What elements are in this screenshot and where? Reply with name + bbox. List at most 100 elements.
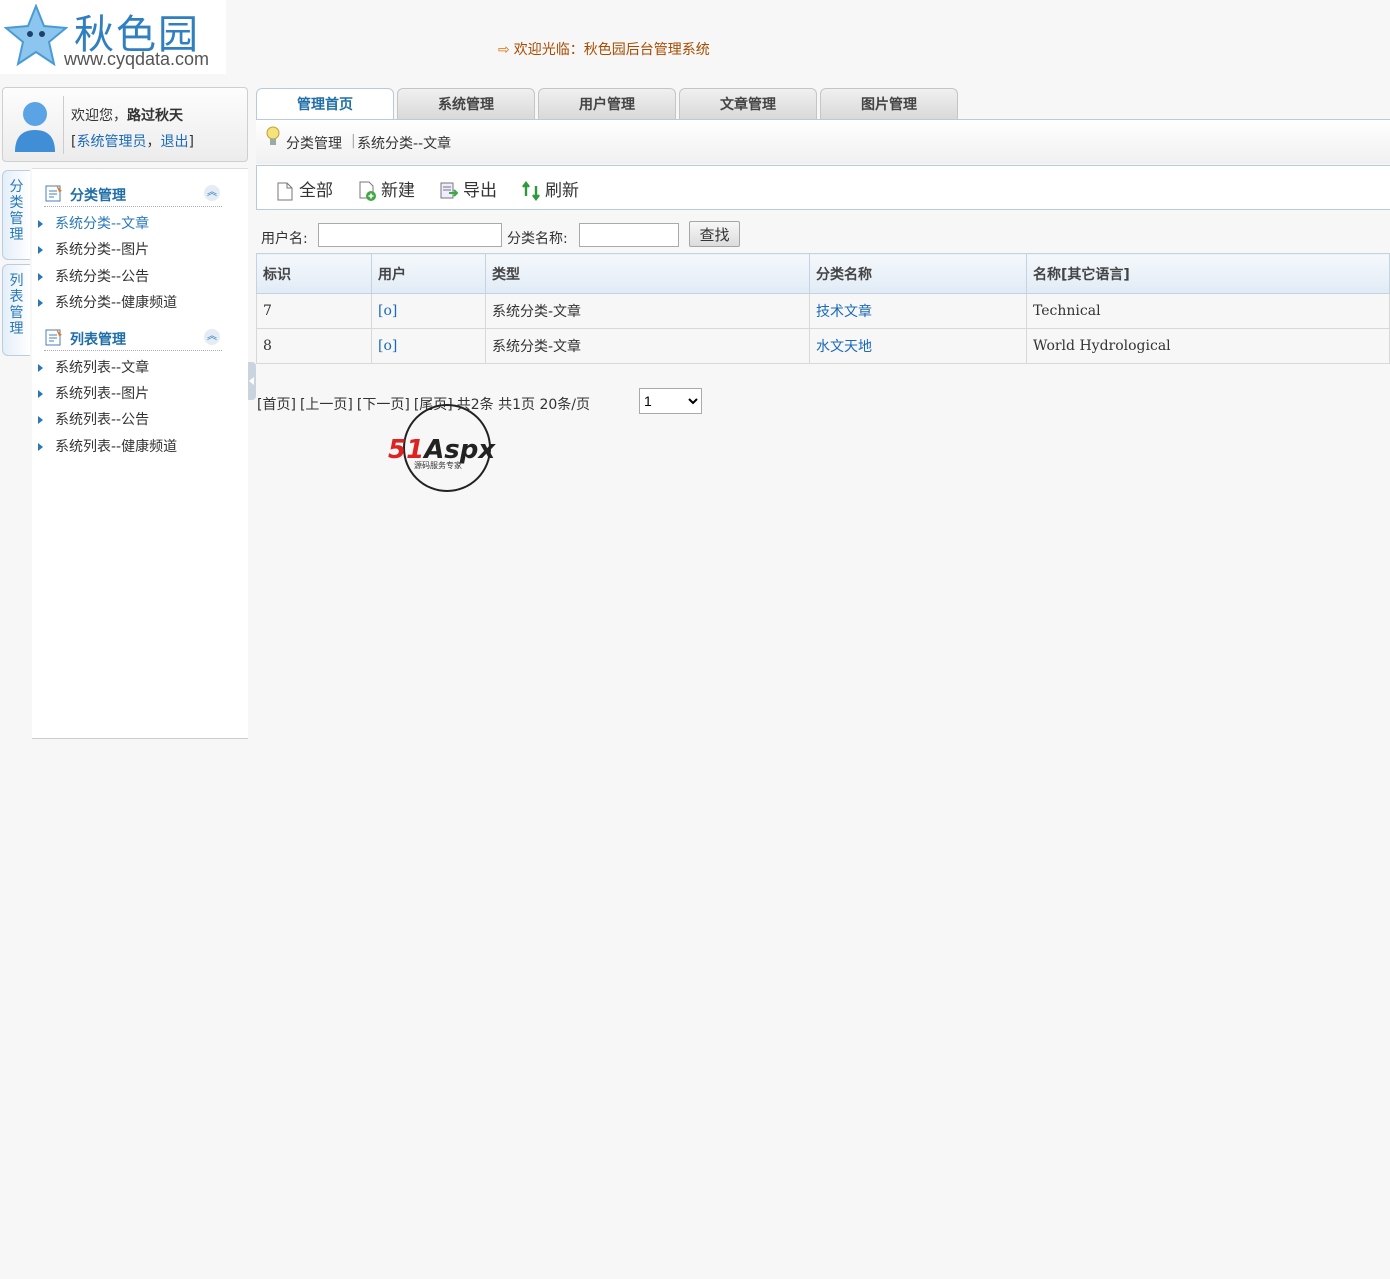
triangle-right-icon — [38, 273, 43, 281]
side-tab-category[interactable]: 分类管理 — [2, 170, 30, 260]
side-tab-char: 列 — [9, 273, 24, 289]
cell-user: [o] — [371, 293, 486, 329]
triangle-right-icon — [38, 390, 43, 398]
tab-users[interactable]: 用户管理 — [538, 88, 676, 120]
bracket-close: ] — [188, 134, 194, 150]
sidebar-item-category-article[interactable]: 系统分类--文章 — [38, 213, 149, 233]
sidebar-item-label: 系统列表--公告 — [55, 412, 150, 428]
triangle-right-icon — [38, 220, 43, 228]
column-header-type[interactable]: 类型 — [485, 253, 810, 294]
sidebar-group-category[interactable]: 分类管理 ︽ — [44, 181, 222, 207]
category-name-input[interactable] — [579, 223, 679, 247]
username-input[interactable] — [318, 223, 502, 247]
username-label: 用户名: — [261, 231, 308, 247]
sidebar-item-category-notice[interactable]: 系统分类--公告 — [38, 266, 149, 286]
sidebar-item-list-image[interactable]: 系统列表--图片 — [38, 383, 149, 403]
side-tab-char: 类 — [9, 195, 24, 211]
side-tab-char: 理 — [9, 321, 24, 337]
column-header-user[interactable]: 用户 — [371, 253, 486, 294]
side-tab-char: 表 — [9, 289, 24, 305]
category-name-link[interactable]: 水文天地 — [816, 339, 872, 355]
sidebar-item-label: 系统分类--公告 — [55, 269, 150, 285]
watermark-subtitle: 源码服务专家 — [414, 460, 462, 470]
cell-alt-name: World Hydrological — [1026, 328, 1390, 364]
main-tabs: 管理首页 系统管理 用户管理 文章管理 图片管理 — [256, 88, 1390, 121]
user-link[interactable]: [o] — [378, 338, 397, 354]
sidebar-item-list-notice[interactable]: 系统列表--公告 — [38, 409, 149, 429]
table-row: 8 [o] 系统分类-文章 水文天地 World Hydrological — [256, 328, 1390, 364]
search-button[interactable]: 查找 — [689, 221, 740, 247]
avatar — [15, 102, 55, 152]
breadcrumb-current: 系统分类--文章 — [357, 136, 452, 152]
divider — [63, 96, 64, 154]
triangle-right-icon — [38, 364, 43, 372]
side-tab-list[interactable]: 列表管理 — [2, 264, 30, 356]
tab-articles[interactable]: 文章管理 — [679, 88, 817, 120]
sidebar-group-list[interactable]: 列表管理 ︽ — [44, 325, 222, 351]
tab-home[interactable]: 管理首页 — [256, 88, 394, 121]
triangle-right-icon — [38, 299, 43, 307]
user-panel: 欢迎您，路过秋天 [系统管理员，退出] — [2, 87, 248, 162]
sidebar-item-label: 系统列表--健康频道 — [55, 439, 178, 455]
cell-alt-name: Technical — [1026, 293, 1390, 329]
add-document-icon — [359, 181, 376, 201]
star-mascot-icon — [4, 4, 68, 67]
sidebar-group-title: 分类管理 — [70, 188, 126, 204]
new-button[interactable]: 新建 — [357, 176, 415, 201]
sidebar-collapse-handle[interactable] — [248, 362, 256, 400]
logout-link[interactable]: 退出 — [160, 134, 188, 150]
edit-note-icon — [45, 329, 62, 346]
sidebar-item-label: 系统分类--图片 — [55, 242, 150, 258]
side-tab-char: 管 — [9, 305, 24, 321]
cell-type: 系统分类-文章 — [485, 293, 810, 329]
category-name-link[interactable]: 技术文章 — [816, 304, 872, 320]
sidebar-item-list-article[interactable]: 系统列表--文章 — [38, 357, 149, 377]
page-select[interactable]: 1 — [639, 388, 702, 414]
sidebar-item-label: 系统列表--文章 — [55, 360, 150, 376]
refresh-button[interactable]: 刷新 — [521, 176, 579, 201]
column-header-alt-name[interactable]: 名称[其它语言] — [1026, 253, 1390, 294]
cell-category-name: 技术文章 — [809, 293, 1027, 329]
sidebar-item-list-health[interactable]: 系统列表--健康频道 — [38, 436, 177, 456]
tab-system[interactable]: 系统管理 — [397, 88, 535, 120]
show-all-button[interactable]: 全部 — [275, 176, 333, 201]
lightbulb-icon — [266, 126, 280, 145]
user-greeting: 欢迎您，路过秋天 — [71, 105, 183, 125]
cell-user: [o] — [371, 328, 486, 364]
sidebar: 分类管理 ︽ 系统分类--文章 系统分类--图片 系统分类--公告 系统分类--… — [32, 168, 248, 739]
user-link[interactable]: [o] — [378, 303, 397, 319]
sidebar-item-category-image[interactable]: 系统分类--图片 — [38, 239, 149, 259]
prev-page-link[interactable]: [上一页] — [300, 397, 353, 413]
side-tab-char: 分 — [9, 179, 24, 195]
triangle-right-icon — [38, 443, 43, 451]
arrow-right-icon: ⇨ — [498, 42, 510, 58]
toolbar: 全部 新建 导出 刷新 — [256, 165, 1390, 210]
column-header-id[interactable]: 标识 — [256, 253, 372, 294]
search-form: 用户名: 分类名称: 查找 — [256, 220, 1390, 250]
refresh-icon — [522, 181, 540, 201]
sidebar-item-category-health[interactable]: 系统分类--健康频道 — [38, 292, 177, 312]
role-link[interactable]: 系统管理员 — [76, 134, 146, 150]
export-label: 导出 — [463, 181, 497, 201]
sidebar-item-label: 系统分类--健康频道 — [55, 295, 178, 311]
export-button[interactable]: 导出 — [439, 176, 497, 201]
cell-id: 7 — [256, 293, 372, 329]
sidebar-item-label: 系统列表--图片 — [55, 386, 150, 402]
first-page-link[interactable]: [首页] — [257, 397, 296, 413]
chevron-up-icon[interactable]: ︽ — [204, 329, 220, 345]
tab-images[interactable]: 图片管理 — [820, 88, 958, 120]
cell-type: 系统分类-文章 — [485, 328, 810, 364]
category-name-label: 分类名称: — [507, 231, 568, 247]
side-tab-char: 管 — [9, 211, 24, 227]
breadcrumb-item[interactable]: 分类管理 — [286, 133, 342, 153]
brand-url: www.cyqdata.com — [64, 49, 210, 69]
chevron-up-icon[interactable]: ︽ — [204, 185, 220, 201]
welcome-text: 欢迎光临：秋色园后台管理系统 — [513, 42, 710, 58]
sidebar-group-title: 列表管理 — [70, 332, 126, 348]
triangle-right-icon — [38, 416, 43, 424]
watermark-logo: 51Aspx 源码服务专家 — [388, 404, 496, 492]
column-header-category-name[interactable]: 分类名称 — [809, 253, 1027, 294]
side-tab-char: 理 — [9, 227, 24, 243]
export-icon — [440, 182, 459, 199]
breadcrumb-separator: | — [351, 133, 356, 149]
